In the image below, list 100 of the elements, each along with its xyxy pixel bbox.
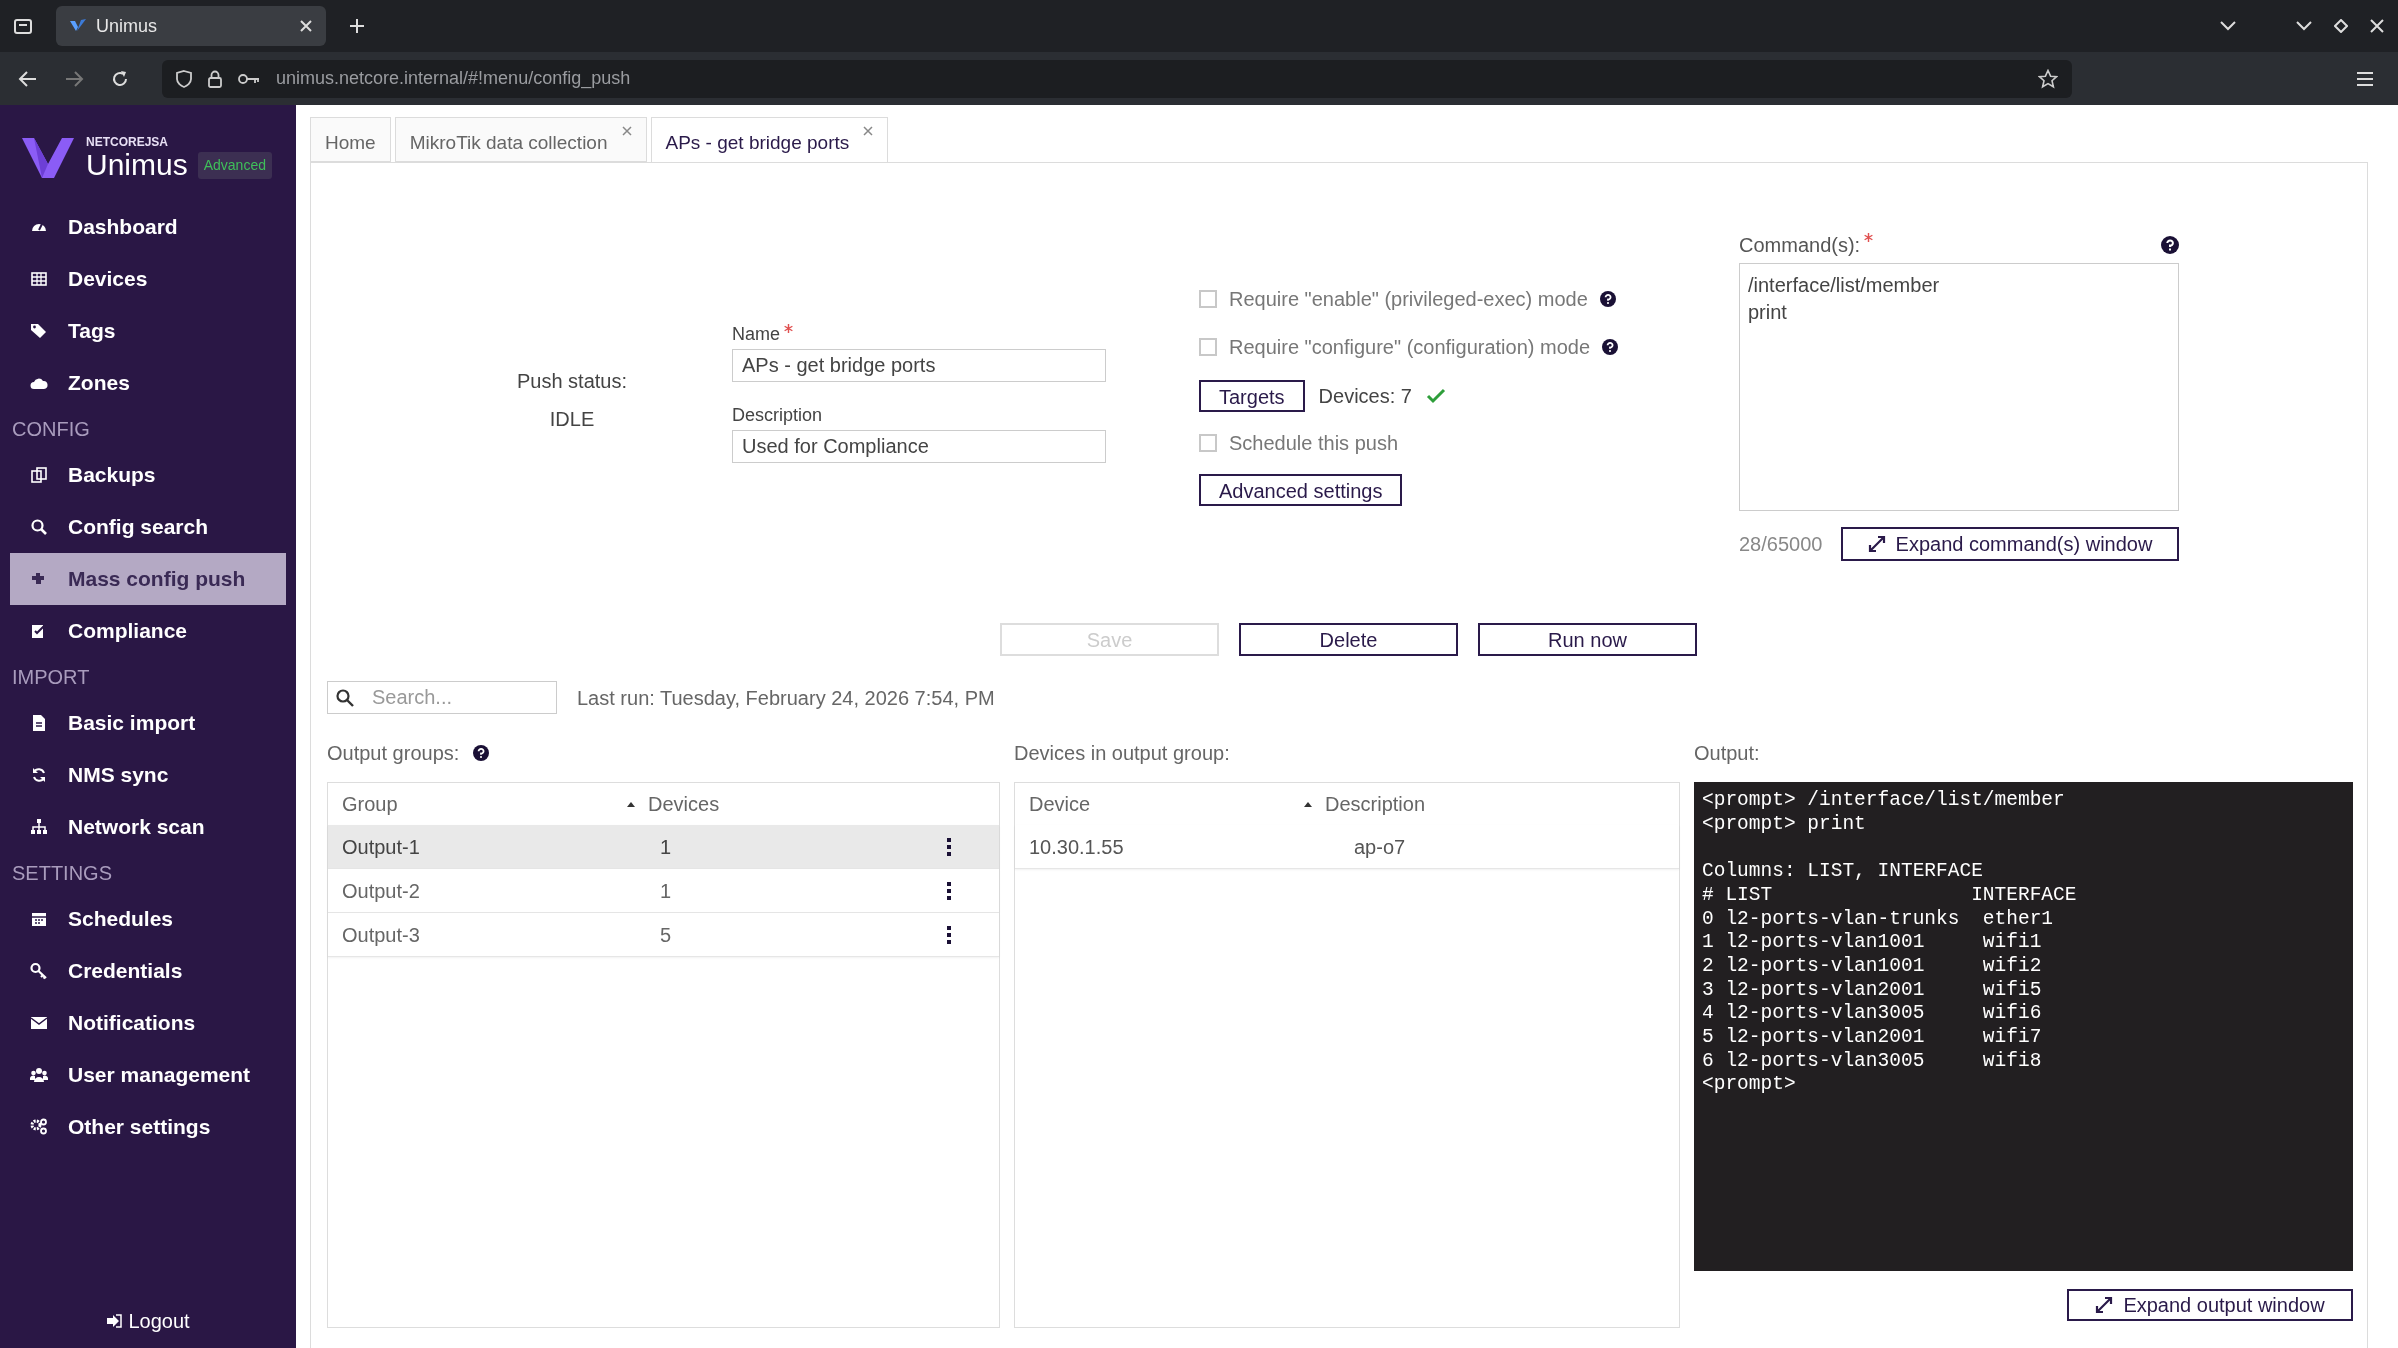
- search-field[interactable]: Search...: [327, 681, 557, 714]
- output-label: Output:: [1694, 741, 1760, 766]
- envelope-icon: [30, 1014, 48, 1032]
- nav-item[interactable]: Schedules: [10, 893, 286, 945]
- checkbox-label: Require "enable" (privileged-exec) mode: [1229, 287, 1588, 312]
- checkbox[interactable]: [1199, 434, 1217, 452]
- back-icon[interactable]: [18, 69, 38, 88]
- nav-item[interactable]: Credentials: [10, 945, 286, 997]
- devices-count: Devices: 7: [1318, 384, 1412, 409]
- url-text: unimus.netcore.internal/#!menu/config_push: [276, 67, 632, 91]
- expand-commands-button[interactable]: Expand command(s) window: [1841, 527, 2179, 561]
- section-heading: CONFIG: [11, 417, 91, 442]
- menu-icon[interactable]: [2356, 70, 2374, 87]
- favicon-icon: [70, 19, 86, 33]
- brand-name: Unimus: [86, 150, 188, 180]
- search-icon: [336, 689, 354, 707]
- new-tab-icon[interactable]: [348, 17, 366, 35]
- key-icon[interactable]: [238, 72, 260, 85]
- browser-tab[interactable]: Unimus: [56, 6, 326, 46]
- nav-item[interactable]: Network scan: [10, 801, 286, 853]
- table-cell-text: Output-1: [342, 834, 421, 860]
- section-heading: IMPORT: [11, 665, 91, 690]
- logout-link[interactable]: Logout: [106, 1306, 190, 1336]
- checkbox[interactable]: [1199, 338, 1217, 356]
- name-field[interactable]: APs - get bridge ports: [732, 349, 1106, 382]
- commands-label: Command(s):: [1739, 234, 1861, 256]
- tag-icon: [30, 322, 48, 340]
- nav-item[interactable]: Dashboard: [10, 201, 286, 253]
- tab[interactable]: APs - get bridge ports: [650, 117, 889, 163]
- file-icon: [30, 714, 48, 732]
- search-icon: [30, 518, 48, 536]
- kebab-menu-icon[interactable]: [946, 836, 952, 857]
- help-icon[interactable]: [473, 745, 490, 761]
- nav-item[interactable]: Backups: [10, 449, 286, 501]
- name-label: Name: [732, 324, 780, 344]
- table-cell-text: 5: [660, 922, 673, 948]
- nav-item[interactable]: Config search: [10, 501, 286, 553]
- table-cell-text: Output-2: [342, 878, 421, 904]
- edition-badge: Advanced: [197, 151, 272, 179]
- nav-item[interactable]: Notifications: [10, 997, 286, 1049]
- column-header[interactable]: Devices: [648, 789, 848, 819]
- column-header[interactable]: Group: [342, 789, 648, 819]
- table-cell-text: 1: [660, 834, 673, 860]
- nav-item[interactable]: Basic import: [10, 697, 286, 749]
- push-status-value: IDLE: [549, 407, 595, 432]
- kebab-menu-icon[interactable]: [946, 880, 952, 901]
- column-header[interactable]: Description: [1325, 789, 1525, 819]
- sort-icon[interactable]: [1303, 801, 1313, 807]
- table-row[interactable]: Output-1 1: [328, 825, 999, 869]
- description-field[interactable]: Used for Compliance: [732, 430, 1106, 463]
- brand-tagline: NETCOREJSA: [86, 136, 169, 148]
- help-icon[interactable]: [1602, 339, 1619, 355]
- logout-icon: [106, 1314, 123, 1328]
- nav-item[interactable]: Compliance: [10, 605, 286, 657]
- push-status-label: Push status:: [516, 369, 628, 394]
- nav-item[interactable]: Other settings: [10, 1101, 286, 1153]
- bookmark-star-icon[interactable]: [2038, 68, 2058, 89]
- expand-output-button[interactable]: Expand output window: [2067, 1289, 2353, 1321]
- help-icon[interactable]: [2161, 236, 2179, 254]
- tab-list-icon[interactable]: [13, 17, 33, 35]
- table-row[interactable]: Output-3 5: [328, 913, 999, 957]
- address-bar[interactable]: unimus.netcore.internal/#!menu/config_push: [162, 59, 2072, 98]
- table-cell-text: ap-o7: [1354, 834, 1406, 860]
- output-terminal: <prompt> /interface/list/member <prompt> print Columns: LIST, INTERFACE # LIST INTERFACE 0 l2-ports-vlan-trunks ether1 1 l2-ports-vlan1001 wifi1 2 l2-ports-vlan1001 wifi2 3 l2-ports-vlan2001 wifi5 4 l2-ports-vlan3005 wifi6 5 l2-ports-vlan2001 wifi7 6 l2-ports-vlan3005 wifi8 <prompt>: [1694, 782, 2353, 1271]
- output-groups-label: Output groups:: [327, 741, 460, 766]
- advanced-settings-button[interactable]: Advanced settings: [1199, 474, 1403, 506]
- sort-icon[interactable]: [626, 801, 636, 807]
- lock-icon[interactable]: [208, 69, 222, 88]
- kebab-menu-icon[interactable]: [946, 924, 952, 945]
- calendar-icon: [30, 910, 48, 928]
- targets-button[interactable]: Targets: [1199, 380, 1305, 412]
- nav-item[interactable]: Mass config push: [10, 553, 286, 605]
- action-button[interactable]: Delete: [1239, 623, 1458, 656]
- sync-icon: [30, 766, 48, 784]
- checkbox[interactable]: [1199, 290, 1217, 308]
- action-button[interactable]: Run now: [1478, 623, 1697, 656]
- tab[interactable]: Home: [310, 117, 391, 162]
- nav-item[interactable]: Zones: [10, 357, 286, 409]
- commands-field[interactable]: /interface/list/member print: [1739, 263, 2179, 511]
- copy-icon: [30, 466, 48, 484]
- nav-item[interactable]: NMS sync: [10, 749, 286, 801]
- chevron-down-icon[interactable]: [2220, 21, 2236, 31]
- nav-item[interactable]: Devices: [10, 253, 286, 305]
- tab[interactable]: MikroTik data collection: [394, 117, 647, 162]
- column-header[interactable]: Device: [1029, 789, 1325, 819]
- table-row[interactable]: Output-2 1: [328, 869, 999, 913]
- character-counter: 28/65000: [1739, 532, 1823, 557]
- nav-item[interactable]: User management: [10, 1049, 286, 1101]
- devices-in-group-label: Devices in output group:: [1014, 741, 1230, 766]
- expand-icon: [1867, 535, 1886, 553]
- shield-icon[interactable]: [176, 69, 192, 88]
- table-icon: [30, 270, 48, 288]
- reload-icon[interactable]: [110, 68, 130, 89]
- help-icon[interactable]: [1599, 291, 1616, 307]
- tab-title: Unimus: [96, 14, 158, 38]
- forward-icon[interactable]: [64, 69, 84, 88]
- checkbox-label: Require "configure" (configuration) mode: [1229, 335, 1591, 360]
- key-icon: [30, 962, 48, 980]
- sitemap-icon: [30, 818, 48, 836]
- nav-item[interactable]: Tags: [10, 305, 286, 357]
